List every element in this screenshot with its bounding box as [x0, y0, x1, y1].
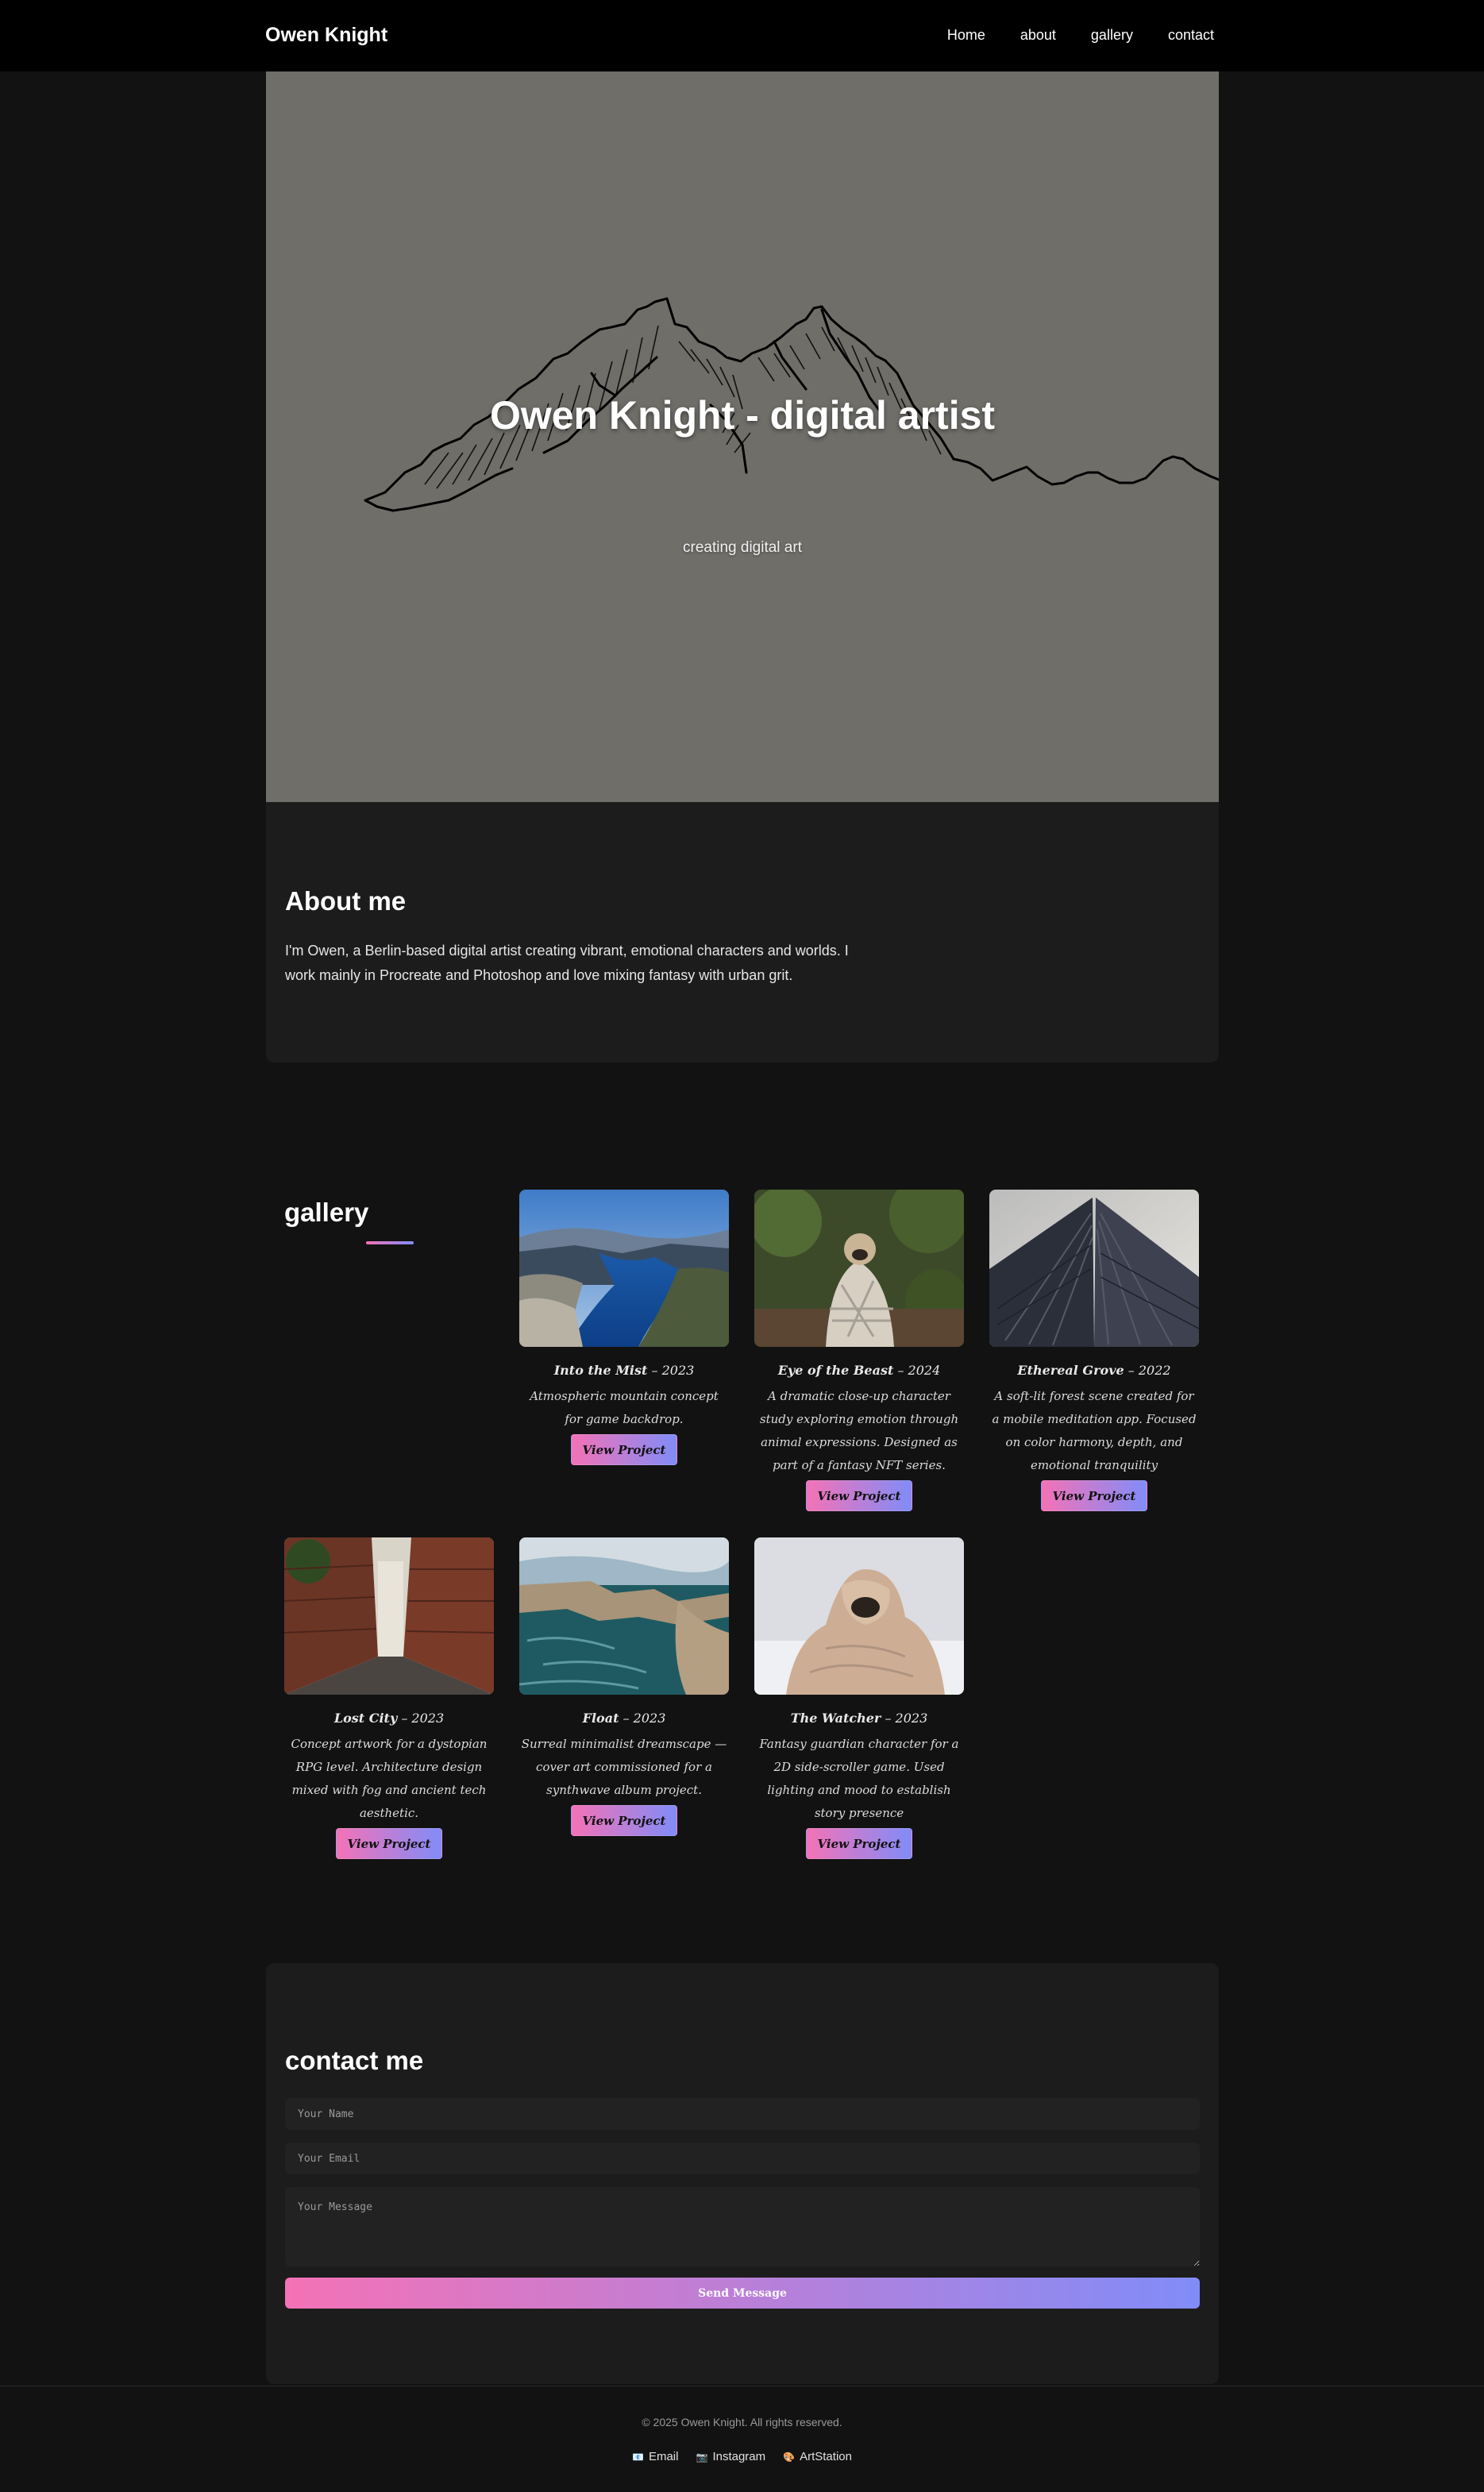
social-link-label: ArtStation	[800, 2450, 852, 2463]
card-title: Ethereal Grove	[1017, 1363, 1124, 1378]
nav-link-gallery[interactable]: gallery	[1091, 27, 1133, 44]
gallery-card: Eye of the Beast – 2024 A dramatic close…	[754, 1190, 964, 1511]
gallery-heading: gallery	[284, 1198, 369, 1227]
name-input[interactable]	[285, 2098, 1200, 2130]
about-heading: About me	[285, 886, 407, 916]
card-year: – 2023	[401, 1711, 445, 1726]
card-title: Eye of the Beast	[777, 1363, 894, 1378]
nav-links: Home about gallery contact	[912, 27, 1214, 44]
palette-icon: 🎨	[783, 2451, 796, 2463]
email-input[interactable]	[285, 2143, 1200, 2174]
social-link-email[interactable]: 📧 Email	[632, 2450, 678, 2463]
social-link-instagram[interactable]: 📷 Instagram	[696, 2450, 765, 2463]
gallery-heading-underline	[366, 1241, 414, 1244]
contact-heading: contact me	[285, 2046, 424, 2075]
card-description: A soft-lit forest scene created for a mo…	[992, 1389, 1197, 1472]
gallery-image-coastal-cliffs[interactable]	[519, 1537, 729, 1695]
contact-section: contact me Send Message	[266, 1963, 1219, 2384]
card-description: Concept artwork for a dystopian RPG leve…	[291, 1737, 488, 1820]
gallery-image-pug-blanket-bed[interactable]	[754, 1537, 964, 1695]
card-caption: Ethereal Grove – 2022	[989, 1363, 1199, 1379]
view-project-button[interactable]: View Project	[335, 1828, 443, 1859]
view-project-button[interactable]: View Project	[1040, 1480, 1148, 1511]
nav-link-about[interactable]: about	[1020, 27, 1056, 44]
card-caption: Into the Mist – 2023	[519, 1363, 729, 1379]
social-link-artstation[interactable]: 🎨 ArtStation	[783, 2450, 852, 2463]
card-year: – 2022	[1127, 1363, 1171, 1378]
card-caption: Lost City – 2023	[284, 1711, 494, 1726]
hero-banner: Owen Knight - digital artist creating di…	[266, 71, 1219, 802]
gallery-image-pug-blanket-forest[interactable]	[754, 1190, 964, 1347]
gallery-card: Ethereal Grove – 2022 A soft-lit forest …	[989, 1190, 1199, 1511]
send-message-button[interactable]: Send Message	[285, 2278, 1200, 2309]
site-brand[interactable]: Owen Knight	[265, 24, 387, 47]
gallery-card: Lost City – 2023 Concept artwork for a d…	[284, 1537, 494, 1859]
gallery-card: Float – 2023 Surreal minimalist dreamsca…	[519, 1537, 729, 1836]
card-caption: The Watcher – 2023	[754, 1711, 964, 1726]
card-caption: Float – 2023	[519, 1711, 729, 1726]
message-textarea[interactable]	[285, 2187, 1200, 2266]
copyright-text: © 2025 Owen Knight. All rights reserved.	[642, 2416, 842, 2428]
about-section: About me I'm Owen, a Berlin-based digita…	[266, 802, 1219, 1063]
gallery-image-fjord-landscape[interactable]	[519, 1190, 729, 1347]
card-title: Float	[582, 1711, 619, 1726]
card-title: The Watcher	[790, 1711, 881, 1726]
hero-subtitle: creating digital art	[683, 539, 802, 556]
social-links: 📧 Email 📷 Instagram 🎨 ArtStation	[0, 2450, 1484, 2463]
card-year: – 2023	[885, 1711, 928, 1726]
hero-title: Owen Knight - digital artist	[489, 393, 996, 438]
card-description: Fantasy guardian character for a 2D side…	[759, 1737, 959, 1820]
nav-link-contact[interactable]: contact	[1168, 27, 1214, 44]
view-project-button[interactable]: View Project	[570, 1805, 678, 1836]
card-title: Into the Mist	[553, 1363, 648, 1378]
card-description: Surreal minimalist dreamscape — cover ar…	[521, 1737, 727, 1797]
view-project-button[interactable]: View Project	[805, 1828, 913, 1859]
site-footer: © 2025 Owen Knight. All rights reserved.…	[0, 2386, 1484, 2492]
gallery-image-skyscraper-upshot[interactable]	[989, 1190, 1199, 1347]
social-link-label: Instagram	[712, 2450, 766, 2463]
gallery-card: The Watcher – 2023 Fantasy guardian char…	[754, 1537, 964, 1859]
top-navbar: Owen Knight Home about gallery contact	[0, 0, 1484, 71]
nav-link-home[interactable]: Home	[947, 27, 985, 44]
card-year: – 2023	[623, 1711, 666, 1726]
camera-icon: 📷	[696, 2451, 708, 2463]
card-caption: Eye of the Beast – 2024	[754, 1363, 964, 1379]
card-year: – 2023	[651, 1363, 695, 1378]
card-year: – 2024	[897, 1363, 941, 1378]
envelope-icon: 📧	[632, 2451, 644, 2463]
card-title: Lost City	[333, 1711, 398, 1726]
gallery-card: Into the Mist – 2023 Atmospheric mountai…	[519, 1190, 729, 1465]
view-project-button[interactable]: View Project	[805, 1480, 913, 1511]
social-link-label: Email	[648, 2450, 679, 2463]
card-description: Atmospheric mountain concept for game ba…	[530, 1389, 719, 1426]
gallery-image-brick-alley[interactable]	[284, 1537, 494, 1695]
card-description: A dramatic close-up character study expl…	[759, 1389, 959, 1472]
about-text: I'm Owen, a Berlin-based digital artist …	[285, 943, 849, 983]
view-project-button[interactable]: View Project	[570, 1434, 678, 1465]
